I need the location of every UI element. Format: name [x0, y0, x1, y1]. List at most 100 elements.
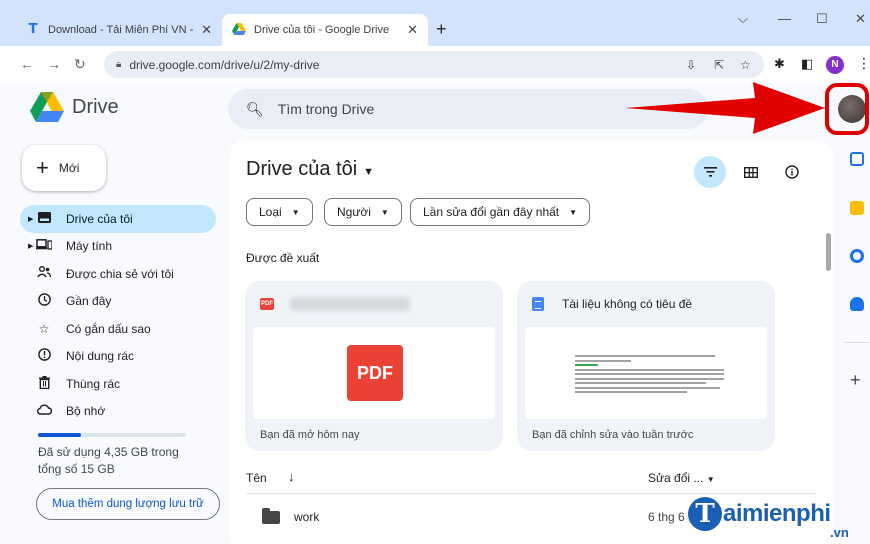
new-tab-plus-icon[interactable]: + [436, 19, 447, 40]
blurred-filename [290, 297, 410, 311]
clock-icon [36, 293, 52, 309]
browser-tab-drive[interactable]: Drive của tôi - Google Drive ✕ [222, 14, 428, 46]
sidebar-item-label: Nội dung rác [66, 349, 135, 364]
doc-preview-line [575, 377, 725, 380]
caret-down-icon: ▼ [706, 475, 715, 484]
folder-icon [262, 508, 280, 524]
chip-label: Lần sửa đổi gần đây nhất [423, 205, 560, 219]
computer-icon [36, 239, 53, 253]
watermark-text: aimienphi [723, 500, 831, 527]
keep-icon[interactable] [850, 201, 864, 215]
suggested-heading: Được đề xuất [246, 251, 320, 265]
doc-preview-line [575, 359, 632, 362]
browser-toolbar: ← → ↻ 🔒︎ drive.google.com/drive/u/2/my-d… [0, 46, 870, 83]
rail-divider [845, 342, 869, 343]
search-input[interactable]: Tìm trong Drive [278, 101, 374, 117]
watermark-logo-letter: T [688, 497, 722, 531]
browser-tabstrip: T Download - Tải Miễn Phí VN - Ph ✕ Driv… [0, 0, 870, 46]
page-title[interactable]: Drive của tôi ▼ [246, 158, 374, 181]
sidebar-nav: ▶ Drive của tôi ▶ Máy tính Được chia sẻ … [20, 205, 216, 425]
file-list-header: Tên ↓ Sửa đổi ... ▼ [246, 468, 816, 494]
file-modified-date: 6 thg 6 [648, 510, 685, 524]
sidebar-item-my-drive[interactable]: ▶ Drive của tôi [20, 205, 216, 233]
grid-icon [744, 166, 758, 178]
chip-label: Người [337, 205, 371, 219]
expand-caret-icon[interactable]: ▶ [28, 242, 33, 250]
storage-usage-bar [38, 433, 186, 437]
column-name[interactable]: Tên [246, 471, 267, 485]
suggested-file-card-doc[interactable]: Tài liệu không có tiêu đề Bạn đã chỉnh s… [517, 281, 775, 451]
drive-logo[interactable]: Drive [30, 92, 119, 122]
sidebar-item-trash[interactable]: Thùng rác [20, 370, 216, 398]
sidebar-item-recent[interactable]: Gần đây [20, 288, 216, 316]
filter-chip-modified[interactable]: Lần sửa đổi gần đây nhất ▼ [410, 198, 591, 226]
browser-tab-download[interactable]: T Download - Tải Miễn Phí VN - Ph ✕ [16, 14, 222, 46]
storage-used-text: Đã sử dụng 4,35 GB trong [38, 445, 179, 459]
doc-preview-line [575, 386, 721, 389]
doc-preview-line [575, 368, 725, 371]
address-bar[interactable]: 🔒︎ drive.google.com/drive/u/2/my-drive ⇩… [104, 51, 764, 78]
cloud-icon [36, 404, 53, 418]
sidebar-item-shared-with-me[interactable]: Được chia sẻ với tôi [20, 260, 216, 288]
highlight-box-annotation [825, 83, 869, 135]
filter-chip-people[interactable]: Người ▼ [324, 198, 402, 226]
tab-search-chevron-icon[interactable]: ⌵ [738, 11, 748, 27]
sort-arrow-down-icon[interactable]: ↓ [288, 469, 295, 484]
maximize-icon[interactable]: ☐ [816, 11, 828, 27]
bookmark-star-icon[interactable]: ☆ [740, 58, 751, 72]
sidebar-item-computers[interactable]: ▶ Máy tính [20, 233, 216, 261]
minimize-icon[interactable]: — [778, 11, 791, 26]
close-tab-icon[interactable]: ✕ [201, 22, 212, 38]
extensions-puzzle-icon[interactable]: ✱ [774, 56, 785, 72]
sidebar-item-storage[interactable]: Bộ nhớ [20, 398, 216, 426]
sidebar-item-label: Có gắn dấu sao [66, 321, 151, 336]
search-icon[interactable]: 🔍︎ [246, 101, 264, 118]
sidebar-item-label: Máy tính [66, 239, 113, 254]
grid-view-button[interactable] [735, 156, 767, 188]
close-window-icon[interactable]: ✕ [855, 11, 866, 27]
info-button[interactable] [776, 156, 808, 188]
browser-menu-kebab-icon[interactable]: ⋮ [857, 55, 870, 72]
buy-storage-button[interactable]: Mua thêm dung lượng lưu trữ [36, 488, 220, 520]
my-drive-icon [36, 211, 52, 226]
file-thumbnail: PDF [253, 327, 495, 419]
doc-preview-highlight [575, 364, 598, 366]
expand-caret-icon[interactable]: ▶ [28, 215, 33, 223]
tasks-icon[interactable] [850, 249, 864, 263]
share-icon[interactable]: ⇱ [714, 58, 724, 72]
page-title-text: Drive của tôi [246, 158, 358, 180]
spam-icon [36, 348, 52, 364]
sidebar-item-label: Được chia sẻ với tôi [66, 266, 174, 281]
plus-icon: + [36, 155, 49, 180]
get-addons-plus-icon[interactable]: + [850, 370, 861, 391]
sidebar-item-spam[interactable]: Nội dung rác [20, 343, 216, 371]
reload-icon[interactable]: ↻ [74, 56, 86, 73]
card-title: Tài liệu không có tiêu đề [532, 297, 692, 311]
install-app-icon[interactable]: ⇩ [686, 58, 696, 72]
browser-profile-avatar[interactable]: N [826, 56, 844, 74]
filter-chip-type[interactable]: Loại ▼ [246, 198, 313, 226]
column-modified-label: Sửa đổi ... [648, 471, 704, 485]
scrollbar-thumb[interactable] [826, 233, 831, 271]
contacts-icon[interactable] [850, 297, 864, 311]
tab-title: Download - Tải Miễn Phí VN - Ph [48, 24, 196, 36]
forward-arrow-icon[interactable]: → [47, 56, 61, 72]
url-text: drive.google.com/drive/u/2/my-drive [129, 57, 320, 72]
card-title-text: Tài liệu không có tiêu đề [562, 297, 693, 311]
card-activity: Bạn đã mở hôm nay [260, 429, 360, 441]
sidebar-item-label: Thùng rác [66, 376, 121, 391]
back-arrow-icon[interactable]: ← [20, 56, 34, 72]
lock-icon[interactable]: 🔒︎ [116, 59, 121, 70]
close-tab-icon[interactable]: ✕ [407, 22, 418, 38]
new-button[interactable]: + Mới [22, 145, 106, 191]
doc-preview [553, 355, 739, 396]
filter-view-button[interactable] [694, 156, 726, 188]
sidebar-item-starred[interactable]: ☆ Có gắn dấu sao [20, 315, 216, 343]
storage-usage-fill [38, 433, 81, 437]
side-panel-icon[interactable]: ◧ [801, 56, 813, 72]
suggested-file-card-pdf[interactable]: PDF PDF Bạn đã mở hôm nay [245, 281, 503, 451]
red-arrow-shape [625, 82, 825, 134]
column-modified[interactable]: Sửa đổi ... ▼ [648, 471, 715, 485]
calendar-icon[interactable] [850, 152, 864, 166]
tab-title: Drive của tôi - Google Drive [254, 24, 390, 36]
